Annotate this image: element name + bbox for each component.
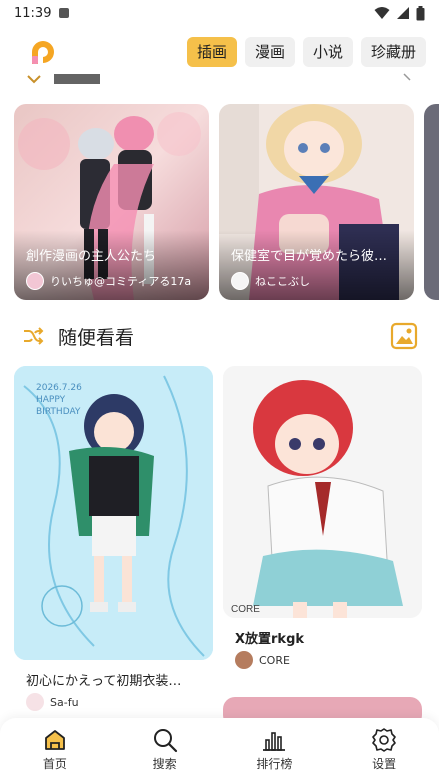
nav-settings-label: 设置	[372, 756, 397, 771]
author-name: Sa-fu	[50, 695, 79, 709]
status-time: 11:39	[14, 5, 52, 21]
feed-card-title: 初心にかえって初期衣装…	[26, 674, 182, 689]
feed-card[interactable]: CORE	[223, 366, 422, 618]
feed-artwork: CORE	[223, 366, 422, 618]
wifi-icon	[374, 7, 390, 19]
ranking-card-author: ねここぶし	[231, 272, 310, 290]
tab-collection[interactable]: 珍藏册	[360, 37, 426, 67]
author-avatar	[231, 272, 249, 290]
nav-ranking[interactable]: 排行榜	[220, 718, 330, 780]
author-name: CORE	[259, 653, 290, 667]
feed-card-author: Sa-fu	[26, 693, 79, 711]
ranking-card-author: りいちゅ@コミティアる17a	[26, 272, 191, 290]
gear-icon	[372, 727, 396, 752]
nav-ranking-label: 排行榜	[256, 756, 293, 771]
ranking-card-title: 創作漫画の主人公たち	[26, 249, 157, 264]
nav-search-label: 搜索	[152, 756, 177, 771]
nav-home[interactable]: 首页	[0, 718, 110, 780]
tab-illustration[interactable]: 插画	[186, 37, 237, 67]
feed-card-title: X放置rkgk	[235, 632, 305, 647]
author-name: ねここぶし	[255, 275, 310, 288]
author-avatar	[235, 651, 253, 669]
ranking-card[interactable]: 保健室で目が覚めたら彼… ねここぶし	[219, 104, 414, 300]
app-logo-icon[interactable]	[28, 38, 58, 68]
notification-a-icon	[59, 8, 70, 18]
nav-home-label: 首页	[42, 756, 67, 771]
bottom-navigation: 首页 搜索 排行榜 设置	[0, 718, 439, 780]
author-avatar	[26, 693, 44, 711]
ranking-carousel[interactable]: 創作漫画の主人公たち りいちゅ@コミティアる17a 保健室で目が覚めたら彼… ね…	[0, 104, 439, 302]
status-bar: 11:39	[0, 0, 439, 26]
shuffle-icon[interactable]	[22, 325, 44, 347]
ranking-section-header-peek	[20, 72, 420, 88]
battery-icon	[416, 5, 425, 20]
author-avatar	[26, 272, 44, 290]
ranking-card[interactable]: 創作漫画の主人公たち りいちゅ@コミティアる17a	[14, 104, 209, 300]
svg-text:CORE: CORE	[231, 604, 260, 615]
nav-settings[interactable]: 设置	[329, 718, 439, 780]
ranking-card-title: 保健室で目が覚めたら彼…	[231, 249, 388, 264]
search-icon	[153, 728, 177, 752]
random-section-title: 随便看看	[58, 326, 135, 349]
random-section-header: 随便看看	[22, 318, 418, 354]
home-icon	[44, 729, 65, 750]
feed-card-author: CORE	[235, 651, 290, 669]
status-icons	[374, 5, 425, 21]
signal-icon	[397, 7, 409, 19]
ranking-card-partial[interactable]	[424, 104, 439, 300]
category-tabs: 插画 漫画 小说 珍藏册	[186, 37, 426, 67]
feed-art-text: 2026.7.26 HAPPY BIRTHDAY	[36, 383, 82, 417]
tab-novel[interactable]: 小说	[302, 37, 353, 67]
bar-chart-icon	[263, 731, 286, 751]
author-name: りいちゅ@コミティアる17a	[50, 275, 192, 288]
feed-card[interactable]: 2026.7.26 HAPPY BIRTHDAY	[14, 366, 213, 660]
gallery-icon[interactable]	[390, 322, 418, 350]
nav-search[interactable]: 搜索	[110, 718, 220, 780]
tab-manga[interactable]: 漫画	[244, 37, 295, 67]
